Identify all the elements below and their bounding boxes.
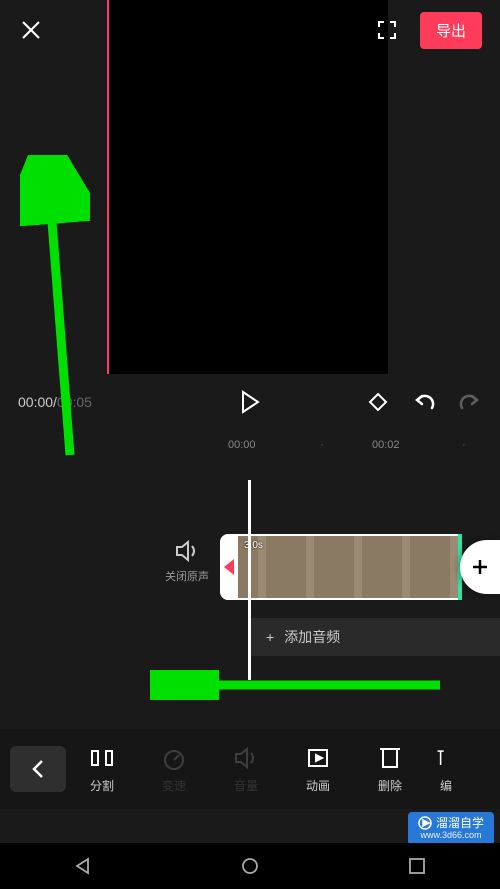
tool-volume: 音量 xyxy=(210,745,282,794)
mute-label: 关闭原声 xyxy=(165,568,209,584)
close-icon xyxy=(20,19,42,41)
export-button[interactable]: 导出 xyxy=(420,12,482,49)
tool-speed: 变速 xyxy=(138,745,210,794)
playback-bar: 00:00/00:05 xyxy=(0,380,500,424)
current-time: 00:00 xyxy=(18,394,53,410)
tool-edit[interactable]: 编 xyxy=(426,745,466,794)
speed-icon xyxy=(161,745,187,771)
android-navbar xyxy=(0,843,500,889)
toolbar-back-button[interactable] xyxy=(10,746,66,792)
total-time: 00:05 xyxy=(57,394,92,410)
fullscreen-icon xyxy=(376,19,398,41)
tool-label: 分割 xyxy=(90,777,114,794)
circle-home-icon xyxy=(240,856,260,876)
nav-home-button[interactable] xyxy=(236,852,264,880)
clip-handle-left[interactable] xyxy=(220,534,238,600)
tool-delete[interactable]: 删除 xyxy=(354,745,426,794)
play-icon xyxy=(240,390,260,414)
add-audio-label: 添加音频 xyxy=(284,627,340,647)
delete-icon xyxy=(377,745,403,771)
animation-icon xyxy=(305,745,331,771)
split-icon xyxy=(89,745,115,771)
square-recent-icon xyxy=(407,856,427,876)
tool-label: 音量 xyxy=(234,777,258,794)
tool-animation[interactable]: 动画 xyxy=(282,745,354,794)
play-circle-icon xyxy=(418,816,432,830)
ruler-label: 00:02 xyxy=(372,439,400,451)
handle-left-icon xyxy=(224,559,234,575)
tool-label: 编 xyxy=(440,777,452,794)
plus-icon: + xyxy=(266,629,274,645)
volume-icon xyxy=(233,745,259,771)
watermark-url: www.3d66.com xyxy=(420,830,481,841)
add-audio-button[interactable]: + 添加音频 xyxy=(250,618,500,656)
play-button[interactable] xyxy=(236,388,264,416)
chevron-left-icon xyxy=(31,759,45,779)
time-display: 00:00/00:05 xyxy=(18,394,92,410)
redo-icon xyxy=(458,392,482,412)
edit-icon xyxy=(436,745,456,771)
redo-button[interactable] xyxy=(458,390,482,414)
watermark-title: 溜溜自学 xyxy=(436,816,484,830)
tool-label: 变速 xyxy=(162,777,186,794)
ruler-label: 00:00 xyxy=(228,439,256,451)
video-clip-track: 3.0s xyxy=(220,534,500,600)
tool-label: 删除 xyxy=(378,777,402,794)
nav-back-button[interactable] xyxy=(69,852,97,880)
keyframe-button[interactable] xyxy=(366,390,390,414)
tool-split[interactable]: 分割 xyxy=(66,745,138,794)
ruler-tick: · xyxy=(462,439,466,451)
bottom-toolbar: 分割 变速 音量 动画 删除 编 xyxy=(0,729,500,809)
tool-label: 动画 xyxy=(306,777,330,794)
mute-original-button[interactable]: 关闭原声 xyxy=(165,540,209,584)
clip-duration: 3.0s xyxy=(244,540,263,551)
plus-icon xyxy=(470,557,490,577)
fullscreen-button[interactable] xyxy=(374,17,400,43)
speaker-icon xyxy=(175,540,199,562)
watermark-badge: 溜溜自学 www.3d66.com xyxy=(408,812,494,845)
undo-button[interactable] xyxy=(412,390,436,414)
keyframe-icon xyxy=(367,391,389,413)
playhead[interactable] xyxy=(248,480,251,680)
timeline-ruler: 00:00 · 00:02 · xyxy=(0,430,500,460)
close-button[interactable] xyxy=(18,17,44,43)
nav-recent-button[interactable] xyxy=(403,852,431,880)
video-clip[interactable]: 3.0s xyxy=(238,534,458,600)
ruler-tick: · xyxy=(320,439,324,451)
undo-icon xyxy=(412,392,436,412)
triangle-back-icon xyxy=(73,856,93,876)
timeline-area[interactable]: 关闭原声 3.0s + 添加音频 xyxy=(0,490,500,690)
top-bar: 导出 xyxy=(0,0,500,60)
